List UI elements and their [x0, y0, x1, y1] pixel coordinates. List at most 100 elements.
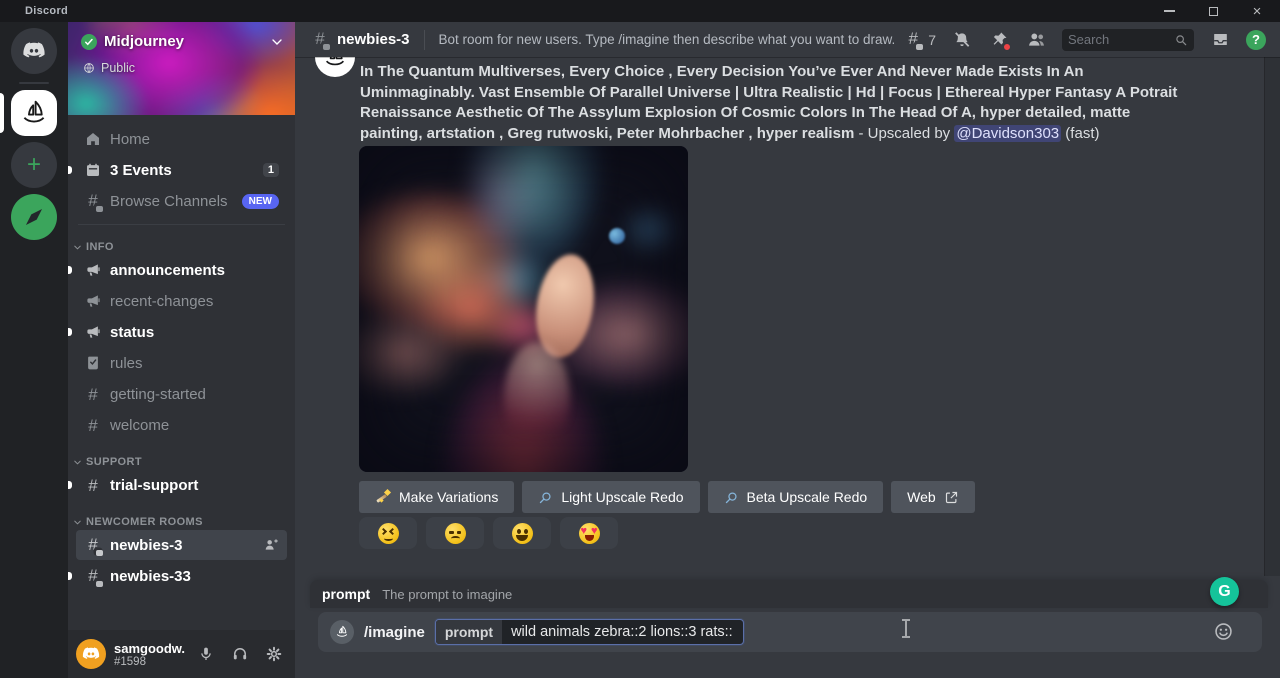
light-upscale-redo-button[interactable]: Light Upscale Redo	[522, 481, 699, 513]
compass-icon	[11, 194, 57, 240]
rail-separator	[19, 82, 49, 84]
window-controls: ×	[1158, 0, 1272, 22]
settings-gear-icon[interactable]	[261, 641, 287, 667]
sidebar-item-home[interactable]: Home	[76, 124, 287, 154]
user-avatar[interactable]	[76, 639, 106, 669]
text-cursor	[901, 619, 911, 638]
unread-indicator	[68, 266, 72, 274]
channel-getting-started[interactable]: # getting-started	[76, 379, 287, 409]
option-value: wild animals zebra::2 lions::3 rats::	[502, 620, 743, 644]
home-server-button[interactable]	[11, 28, 57, 74]
username: samgoodw...	[114, 641, 185, 656]
explore-servers-button[interactable]	[11, 194, 57, 240]
headphones-icon[interactable]	[227, 641, 253, 667]
minimize-button[interactable]	[1158, 2, 1180, 20]
member-list-icon[interactable]	[1025, 29, 1047, 51]
cosmic-clouds	[359, 146, 688, 472]
channel-list: Home 3 Events 1 # Browse Channels NEW IN…	[68, 115, 295, 591]
grammarly-icon[interactable]: G	[1210, 577, 1239, 606]
unread-indicator	[68, 328, 72, 336]
server-rail: +	[0, 22, 68, 678]
upscaled-by-text: - Upscaled by	[854, 125, 954, 142]
channel-sidebar: Midjourney Public Home 3 Events 1 # Brow	[68, 22, 295, 678]
sidebar-divider	[78, 224, 285, 225]
channel-trial-support[interactable]: # trial-support	[76, 470, 287, 500]
server-visibility: Public	[101, 61, 135, 75]
reaction-grinning[interactable]	[493, 517, 551, 549]
hash-icon: #	[84, 417, 102, 434]
chat-scrollbar[interactable]	[1264, 57, 1280, 576]
make-variations-button[interactable]: Make Variations	[359, 481, 514, 513]
pinned-messages-icon[interactable]	[988, 29, 1010, 51]
search-input[interactable]: Search	[1062, 29, 1194, 51]
close-button[interactable]: ×	[1246, 2, 1268, 20]
user-info[interactable]: samgoodw... #1598	[114, 641, 185, 668]
unread-indicator	[68, 481, 72, 489]
hash-icon: #	[84, 477, 102, 494]
create-invite-icon[interactable]	[263, 537, 279, 553]
reaction-confounded[interactable]	[359, 517, 417, 549]
channel-hash-icon: #	[311, 30, 329, 49]
search-icon	[1174, 33, 1188, 47]
channel-topic[interactable]: Bot room for new users. Type /imagine th…	[439, 32, 895, 47]
magnifier-emoji	[538, 490, 553, 505]
prompt-option-field[interactable]: prompt wild animals zebra::2 lions::3 ra…	[435, 619, 744, 645]
beta-upscale-redo-button[interactable]: Beta Upscale Redo	[708, 481, 884, 513]
add-server-button[interactable]: +	[11, 142, 57, 188]
selected-server-indicator	[0, 93, 4, 133]
maximize-button[interactable]	[1202, 2, 1224, 20]
megaphone-icon	[84, 323, 102, 341]
threads-icon[interactable]: #	[902, 29, 924, 51]
channel-recent-changes[interactable]: recent-changes	[76, 286, 287, 316]
generated-image[interactable]	[359, 146, 688, 472]
emoji-picker-icon[interactable]	[1213, 621, 1234, 642]
server-midjourney-button[interactable]	[11, 90, 57, 136]
speed-note: (fast)	[1061, 125, 1099, 142]
hash-chat-icon: #	[84, 567, 102, 586]
channel-newbies-3[interactable]: # newbies-3	[76, 530, 287, 560]
app-title: Discord	[25, 5, 68, 17]
reaction-heart-eyes[interactable]: ♥♥	[560, 517, 618, 549]
plus-icon: +	[27, 153, 41, 177]
autocomplete-option: prompt	[322, 586, 370, 602]
unread-indicator	[68, 572, 72, 580]
portrait-neck	[504, 342, 570, 454]
pin-unread-dot	[1003, 43, 1011, 51]
channel-newbies-33[interactable]: # newbies-33	[76, 561, 287, 591]
category-newcomer-rooms[interactable]: NEWCOMER ROOMS	[72, 516, 287, 528]
midjourney-sailboat-icon	[11, 90, 57, 136]
discord-window: Discord × + Midjourney	[0, 0, 1280, 678]
channel-rules[interactable]: rules	[76, 348, 287, 378]
verified-badge-icon	[81, 34, 97, 50]
reactions-row: ♥♥	[359, 517, 618, 549]
sidebar-item-browse-channels[interactable]: # Browse Channels NEW	[76, 186, 287, 216]
server-banner[interactable]: Midjourney Public	[68, 22, 295, 115]
server-name: Midjourney	[104, 33, 262, 50]
reaction-disappointed[interactable]	[426, 517, 484, 549]
channel-announcements[interactable]: announcements	[76, 255, 287, 285]
confounded-face-emoji	[378, 523, 399, 544]
chevron-down-icon[interactable]	[269, 34, 285, 50]
sidebar-item-events[interactable]: 3 Events 1	[76, 155, 287, 185]
hash-chat-icon: #	[84, 536, 102, 555]
message-buttons: Make Variations Light Upscale Redo Beta …	[359, 481, 975, 513]
message-content: In The Quantum Multiverses, Every Choice…	[360, 62, 1180, 144]
web-button[interactable]: Web	[891, 481, 975, 513]
category-info[interactable]: INFO	[72, 241, 287, 253]
rules-book-icon	[84, 354, 102, 372]
message-composer[interactable]: /imagine prompt wild animals zebra::2 li…	[318, 612, 1262, 652]
unread-indicator	[68, 166, 72, 174]
globe-icon	[82, 61, 96, 75]
slash-command-autocomplete[interactable]: prompt The prompt to imagine	[310, 580, 1268, 608]
notifications-muted-icon[interactable]	[951, 29, 973, 51]
channel-welcome[interactable]: # welcome	[76, 410, 287, 440]
inbox-icon[interactable]	[1209, 29, 1231, 51]
help-icon[interactable]: ?	[1246, 30, 1266, 50]
header-divider	[424, 30, 425, 50]
channel-status[interactable]: status	[76, 317, 287, 347]
new-badge: NEW	[242, 194, 279, 209]
category-support[interactable]: SUPPORT	[72, 456, 287, 468]
mic-icon[interactable]	[193, 641, 219, 667]
hash-icon: #	[84, 386, 102, 403]
user-mention[interactable]: @Davidson303	[954, 125, 1061, 142]
